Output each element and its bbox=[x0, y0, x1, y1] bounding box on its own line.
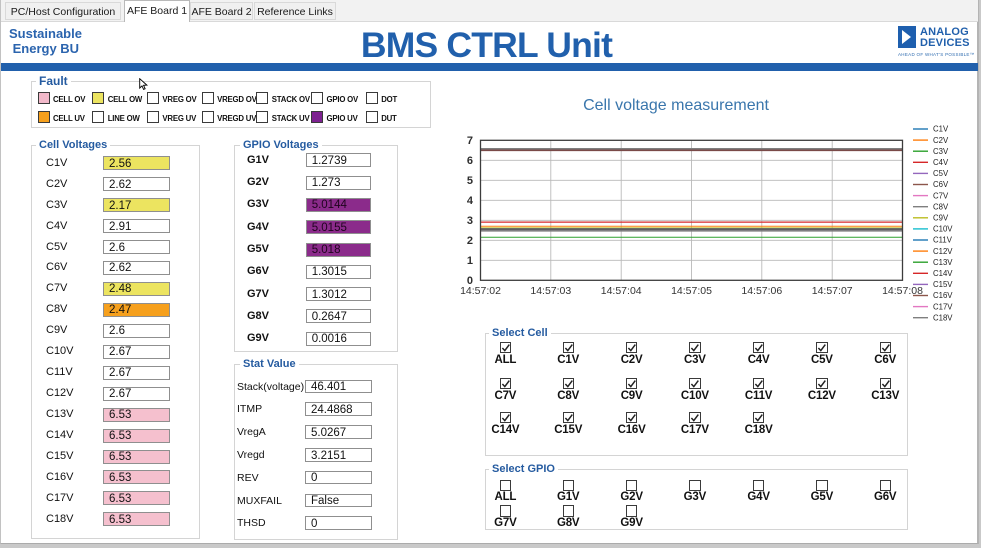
svg-text:1: 1 bbox=[467, 255, 473, 267]
svg-text:14:57:06: 14:57:06 bbox=[741, 285, 782, 297]
svg-text:5: 5 bbox=[467, 175, 473, 187]
svg-text:C16V: C16V bbox=[933, 291, 953, 300]
svg-text:14:57:07: 14:57:07 bbox=[812, 285, 853, 297]
svg-text:6: 6 bbox=[467, 155, 473, 167]
svg-text:14:57:04: 14:57:04 bbox=[601, 285, 642, 297]
svg-text:C1V: C1V bbox=[933, 125, 949, 134]
svg-text:C18V: C18V bbox=[933, 313, 953, 322]
svg-text:C9V: C9V bbox=[933, 214, 949, 223]
svg-text:4: 4 bbox=[467, 195, 474, 207]
svg-text:C15V: C15V bbox=[933, 280, 953, 289]
svg-text:C11V: C11V bbox=[933, 236, 953, 245]
svg-text:C10V: C10V bbox=[933, 225, 953, 234]
svg-text:C14V: C14V bbox=[933, 269, 953, 278]
svg-text:C13V: C13V bbox=[933, 258, 953, 267]
svg-text:C4V: C4V bbox=[933, 158, 949, 167]
svg-text:C12V: C12V bbox=[933, 247, 953, 256]
svg-text:7: 7 bbox=[467, 135, 473, 147]
svg-text:14:57:05: 14:57:05 bbox=[671, 285, 712, 297]
svg-text:14:57:02: 14:57:02 bbox=[460, 285, 501, 297]
svg-text:C2V: C2V bbox=[933, 136, 949, 145]
svg-text:C17V: C17V bbox=[933, 302, 953, 311]
svg-text:2: 2 bbox=[467, 235, 473, 247]
svg-text:3: 3 bbox=[467, 215, 473, 227]
svg-text:14:57:03: 14:57:03 bbox=[530, 285, 571, 297]
svg-text:C7V: C7V bbox=[933, 191, 949, 200]
svg-text:C5V: C5V bbox=[933, 169, 949, 178]
svg-text:C6V: C6V bbox=[933, 180, 949, 189]
svg-text:C8V: C8V bbox=[933, 202, 949, 211]
svg-text:C3V: C3V bbox=[933, 147, 949, 156]
